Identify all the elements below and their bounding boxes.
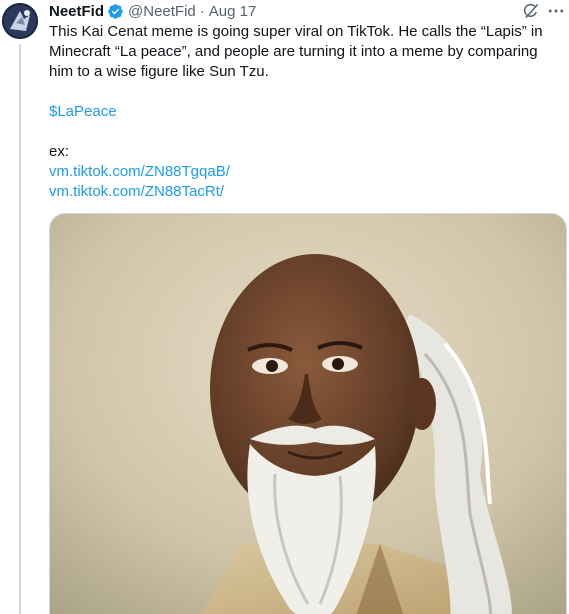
more-options-icon[interactable] <box>546 1 566 21</box>
tweet-date[interactable]: Aug 17 <box>209 3 257 20</box>
grok-icon[interactable] <box>521 1 541 21</box>
avatar[interactable] <box>2 3 38 39</box>
tweet-image[interactable] <box>49 213 567 614</box>
header-separator: · <box>199 2 205 20</box>
author-handle[interactable]: @NeetFid <box>128 3 196 20</box>
tiktok-link-2[interactable]: vm.tiktok.com/ZN88TacRt/ <box>49 183 224 200</box>
ex-label: ex: <box>49 143 70 160</box>
verified-badge-icon <box>108 3 123 19</box>
tweet-text: This Kai Cenat meme is going super viral… <box>49 23 543 80</box>
tiktok-link-1[interactable]: vm.tiktok.com/ZN88TgqaB/ <box>49 163 230 180</box>
tweet-body: This Kai Cenat meme is going super viral… <box>49 22 564 202</box>
thread-line <box>19 44 21 614</box>
tweet-header: NeetFid @NeetFid · Aug 17 <box>49 1 256 21</box>
cashtag-link[interactable]: $LaPeace <box>49 103 117 120</box>
author-name[interactable]: NeetFid <box>49 3 104 20</box>
tweet[interactable]: NeetFid @NeetFid · Aug 17 This Kai Cenat… <box>0 0 569 614</box>
